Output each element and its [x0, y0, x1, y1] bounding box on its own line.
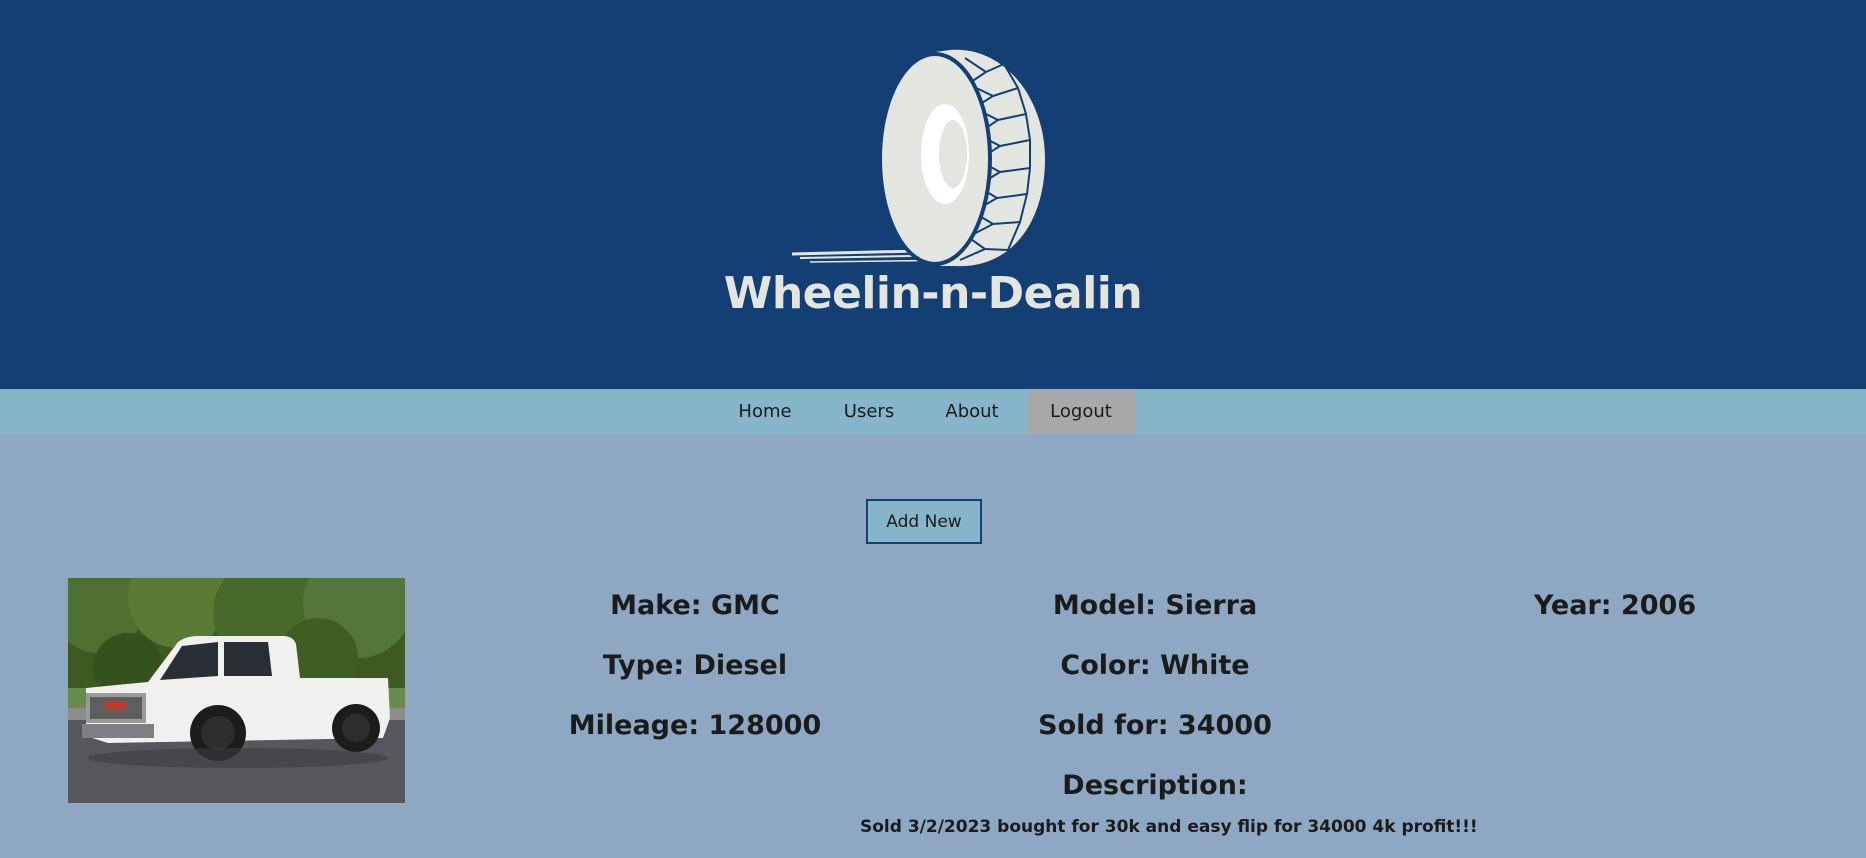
nav-home[interactable]: Home — [724, 389, 806, 434]
listing-description: Sold 3/2/2023 bought for 30k and easy fl… — [860, 817, 1478, 837]
listing-year: Year: 2006 — [1533, 590, 1697, 621]
listing-type: Type: Diesel — [602, 650, 788, 681]
tire-icon — [791, 49, 1045, 267]
listing-model: Model: Sierra — [1052, 590, 1258, 621]
nav-users[interactable]: Users — [828, 389, 910, 434]
car-photo[interactable] — [68, 578, 405, 803]
listing-mileage: Mileage: 128000 — [568, 710, 822, 741]
car-photo-image — [68, 578, 405, 803]
listing-color: Color: White — [1060, 650, 1250, 681]
listing-description-label: Description: — [1062, 770, 1248, 801]
listing-make: Make: GMC — [610, 590, 780, 621]
add-new-button[interactable]: Add New — [866, 499, 982, 544]
nav-about[interactable]: About — [930, 389, 1014, 434]
nav-logout[interactable]: Logout — [1027, 389, 1135, 434]
brand-title: Wheelin-n-Dealin — [723, 268, 1143, 319]
main-nav: Home Users About Logout — [0, 389, 1866, 434]
listing-sold-for: Sold for: 34000 — [1038, 710, 1272, 741]
site-header: Wheelin-n-Dealin — [0, 0, 1866, 389]
